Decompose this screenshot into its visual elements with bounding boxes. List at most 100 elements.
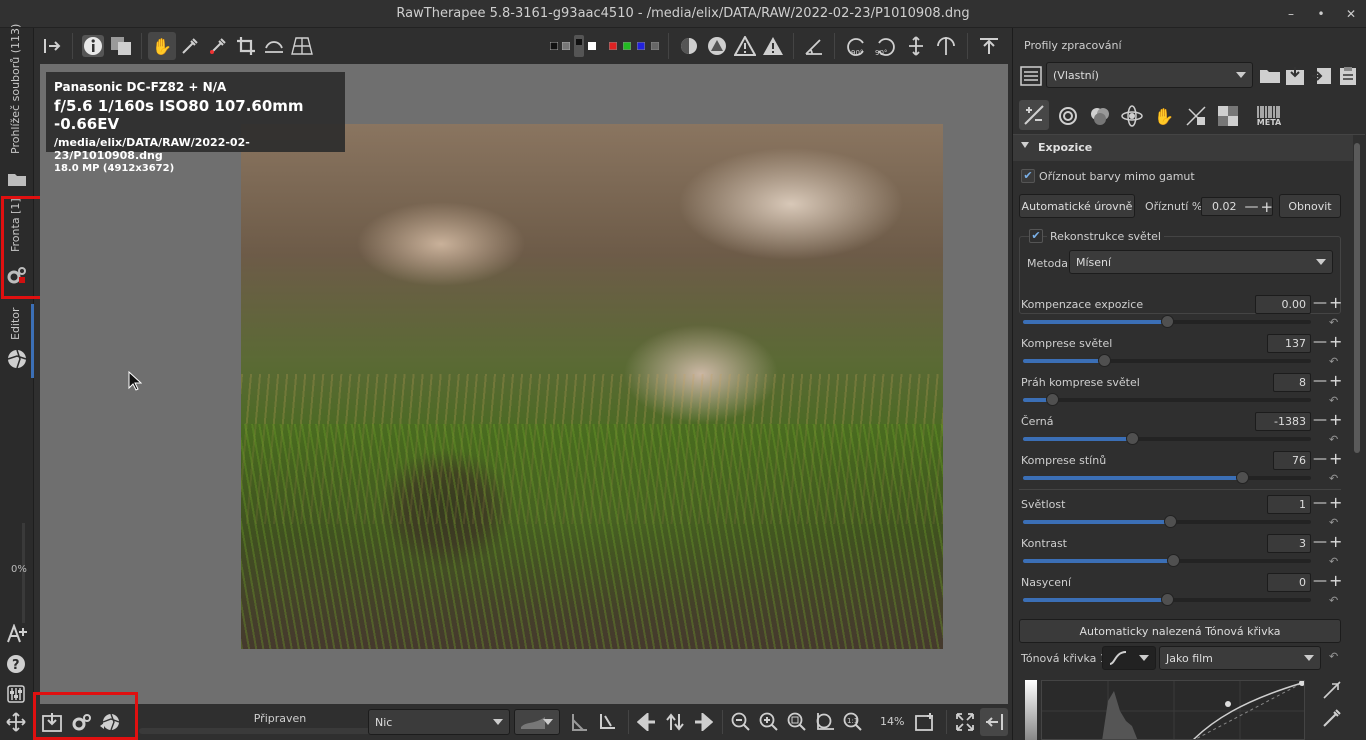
- reset-slider-icon[interactable]: ↶: [1329, 394, 1338, 407]
- slider-value-input[interactable]: 137: [1267, 334, 1311, 353]
- hide-panel-icon[interactable]: [974, 32, 1004, 60]
- straighten-angle-icon[interactable]: [800, 32, 828, 60]
- plus-icon[interactable]: +: [1329, 332, 1342, 351]
- minus-icon[interactable]: —: [1313, 334, 1327, 350]
- tone-curve-editor[interactable]: [1041, 680, 1305, 740]
- preview-mode-select[interactable]: Nic: [368, 709, 510, 735]
- slider-knob[interactable]: [1235, 471, 1249, 484]
- slider-track[interactable]: [1023, 315, 1311, 328]
- zoom-out-icon[interactable]: [728, 708, 754, 736]
- flip-horizontal-icon[interactable]: [931, 32, 961, 60]
- channel-green-icon[interactable]: [620, 32, 634, 60]
- minimize-button[interactable]: –: [1276, 7, 1306, 21]
- focus-mask-icon[interactable]: [675, 32, 703, 60]
- preferences-icon[interactable]: [6, 684, 26, 707]
- bg-gray-icon[interactable]: [560, 32, 572, 60]
- channel-red-icon[interactable]: [606, 32, 620, 60]
- slider-value-input[interactable]: 8: [1273, 373, 1311, 392]
- fullscreen-icon[interactable]: [952, 708, 978, 736]
- slider-value-input[interactable]: 3: [1267, 534, 1311, 553]
- straighten-tool-icon[interactable]: [566, 708, 592, 736]
- tab-advanced-icon[interactable]: [1119, 103, 1145, 129]
- slider-value-input[interactable]: 76: [1273, 451, 1311, 470]
- tab-transform-icon[interactable]: [1183, 103, 1209, 129]
- reset-slider-icon[interactable]: ↶: [1329, 433, 1338, 446]
- tab-color-icon[interactable]: [1087, 103, 1113, 129]
- slider-track[interactable]: [1023, 554, 1311, 567]
- slider-knob[interactable]: [1163, 515, 1177, 528]
- method-select[interactable]: Mísení: [1069, 250, 1333, 274]
- reset-slider-icon[interactable]: ↶: [1329, 472, 1338, 485]
- plus-icon[interactable]: +: [1329, 293, 1342, 312]
- profile-select[interactable]: (Vlastní): [1046, 62, 1253, 88]
- open-profile-icon[interactable]: [1257, 62, 1283, 90]
- color-picker-icon[interactable]: [204, 32, 232, 60]
- tab-detail-icon[interactable]: [1055, 103, 1081, 129]
- zoom-fit-icon[interactable]: [784, 708, 810, 736]
- minus-icon[interactable]: —: [1313, 573, 1327, 589]
- slider-knob[interactable]: [1097, 354, 1111, 367]
- slider-knob[interactable]: [1166, 554, 1180, 567]
- plus-icon[interactable]: +: [1329, 410, 1342, 429]
- plus-icon[interactable]: +: [1329, 449, 1342, 468]
- save-profile-icon[interactable]: [1283, 62, 1309, 90]
- info-icon[interactable]: [79, 32, 107, 60]
- slider-track[interactable]: [1023, 515, 1311, 528]
- auto-tone-curve-button[interactable]: Automaticky nalezená Tónová křivka: [1019, 619, 1341, 643]
- plus-icon[interactable]: +: [1329, 571, 1342, 590]
- new-editor-icon[interactable]: [6, 623, 28, 647]
- sync-image-icon[interactable]: [662, 708, 688, 736]
- copy-profile-icon[interactable]: [1309, 62, 1335, 90]
- before-after-icon[interactable]: [107, 32, 135, 60]
- straighten-icon[interactable]: [260, 32, 288, 60]
- reset-slider-icon[interactable]: ↶: [1329, 594, 1338, 607]
- flip-vertical-icon[interactable]: [901, 32, 931, 60]
- bg-dark-icon[interactable]: [572, 32, 586, 60]
- plus-icon[interactable]: +: [1329, 371, 1342, 390]
- perspective-icon[interactable]: [288, 32, 316, 60]
- slider-value-input[interactable]: 1: [1267, 495, 1311, 514]
- next-image-icon[interactable]: [690, 708, 716, 736]
- minus-icon[interactable]: —: [1313, 295, 1327, 311]
- crop-icon[interactable]: [232, 32, 260, 60]
- highlight-recon-checkbox[interactable]: ✔: [1029, 229, 1043, 243]
- curve-picker-icon[interactable]: [1319, 704, 1345, 732]
- curve-edit-point-icon[interactable]: [1319, 676, 1345, 704]
- warning-filled-icon[interactable]: [759, 32, 787, 60]
- reset-slider-icon[interactable]: ↶: [1329, 555, 1338, 568]
- minus-icon[interactable]: —: [1313, 373, 1327, 389]
- tab-file-browser[interactable]: Prohlížeč souborů (113): [0, 24, 34, 196]
- reset-slider-icon[interactable]: ↶: [1329, 516, 1338, 529]
- fullscreen-arrows-icon[interactable]: [6, 712, 26, 735]
- clip-gamut-checkbox[interactable]: ✔: [1021, 169, 1035, 183]
- minus-icon[interactable]: —: [1313, 451, 1327, 467]
- zoom-fit-crop-icon[interactable]: [812, 708, 838, 736]
- clipped-shadows-icon[interactable]: [703, 32, 731, 60]
- slider-track[interactable]: [1023, 471, 1311, 484]
- white-balance-picker-icon[interactable]: [176, 32, 204, 60]
- toggle-right-panel-icon[interactable]: [980, 708, 1008, 736]
- tab-exposure-icon[interactable]: [1019, 100, 1049, 130]
- minus-icon[interactable]: —: [1245, 199, 1259, 215]
- slider-knob[interactable]: [1126, 432, 1140, 445]
- minus-icon[interactable]: —: [1313, 412, 1327, 428]
- histogram-select[interactable]: [514, 709, 560, 735]
- help-icon[interactable]: ?: [6, 654, 26, 677]
- channel-luminance-icon[interactable]: [648, 32, 662, 60]
- plus-icon[interactable]: +: [1261, 198, 1274, 216]
- preview-photo[interactable]: [241, 124, 943, 649]
- minus-icon[interactable]: —: [1313, 534, 1327, 550]
- zoom-in-icon[interactable]: [756, 708, 782, 736]
- reset-slider-icon[interactable]: ↶: [1329, 355, 1338, 368]
- crop-tool-icon[interactable]: [594, 708, 620, 736]
- exposure-section-header[interactable]: Expozice: [1013, 135, 1353, 161]
- slider-track[interactable]: [1023, 432, 1311, 445]
- hide-filmstrip-icon[interactable]: [38, 32, 66, 60]
- slider-track[interactable]: [1023, 393, 1311, 406]
- image-canvas[interactable]: Panasonic DC-FZ82 + N/A f/5.6 1/160s ISO…: [40, 64, 1008, 704]
- slider-track[interactable]: [1023, 593, 1311, 606]
- rotate-left-icon[interactable]: 90°: [841, 32, 871, 60]
- curve-type-select[interactable]: [1102, 646, 1156, 670]
- reset-slider-icon[interactable]: ↶: [1329, 316, 1338, 329]
- plus-icon[interactable]: +: [1329, 532, 1342, 551]
